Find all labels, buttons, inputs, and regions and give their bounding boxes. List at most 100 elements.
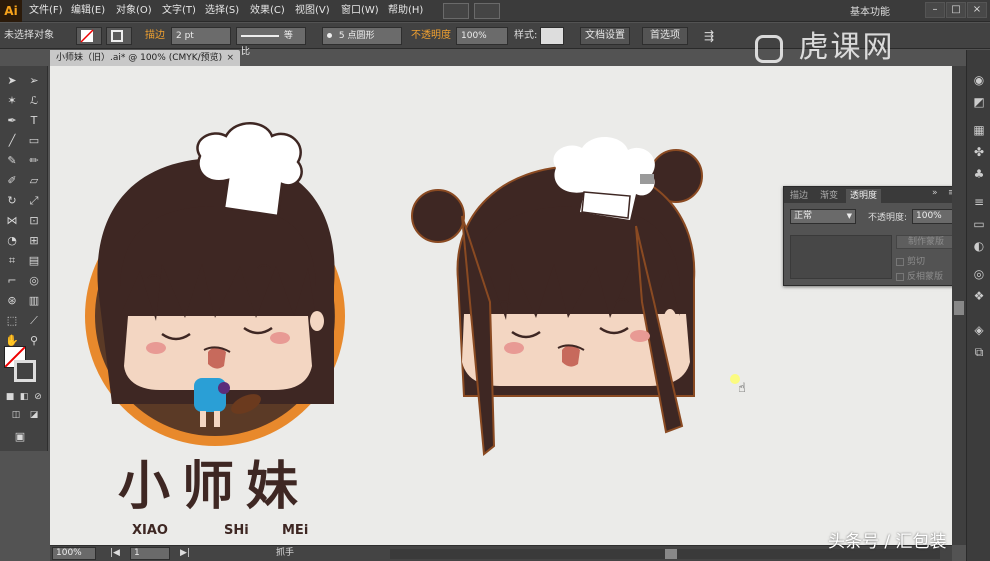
vertical-scrollbar[interactable] bbox=[952, 66, 966, 545]
fill-swatch[interactable] bbox=[76, 27, 102, 45]
menu-view[interactable]: 视图(V) bbox=[292, 3, 333, 19]
graphic-style-swatch[interactable] bbox=[540, 27, 564, 45]
blob-brush-icon[interactable]: ✐ bbox=[2, 172, 22, 190]
clip-checkbox[interactable]: 剪切 bbox=[896, 254, 925, 267]
mesh-tool-icon[interactable]: ⌗ bbox=[2, 252, 22, 270]
canvas[interactable]: 小师妹 XIAO SHi MEi ☝ bbox=[50, 66, 952, 545]
magic-wand-icon[interactable]: ✶ bbox=[2, 92, 22, 110]
pen-tool-icon[interactable]: ✒ bbox=[2, 112, 22, 130]
vertical-scroll-thumb[interactable] bbox=[954, 301, 964, 315]
opacity-field[interactable]: 100% bbox=[456, 27, 508, 45]
document-tab-title: 小师妹（旧）.ai* @ 100% (CMYK/预览) bbox=[56, 53, 223, 63]
menu-edit[interactable]: 编辑(E) bbox=[68, 3, 108, 19]
width-tool-icon[interactable]: ⋈ bbox=[2, 212, 22, 230]
graphic-styles-icon[interactable]: ❖ bbox=[971, 288, 987, 304]
brush-value: 5 点圆形 bbox=[338, 31, 375, 41]
make-mask-button[interactable]: 制作蒙版 bbox=[896, 235, 956, 249]
rotate-tool-icon[interactable]: ↻ bbox=[2, 192, 22, 210]
menu-object[interactable]: 对象(O) bbox=[113, 3, 155, 19]
brushes-icon[interactable]: ✤ bbox=[971, 144, 987, 160]
tab-transparency[interactable]: 透明度 bbox=[846, 189, 882, 203]
opacity-label[interactable]: 不透明度 bbox=[411, 28, 451, 44]
rectangle-tool-icon[interactable]: ▭ bbox=[24, 132, 44, 150]
swatches-icon[interactable]: ▦ bbox=[971, 122, 987, 138]
artwork: 小师妹 XIAO SHi MEi ☝ bbox=[85, 122, 746, 538]
last-artboard-icon[interactable]: ▶| bbox=[180, 547, 190, 560]
close-button[interactable]: × bbox=[967, 2, 987, 18]
collapse-panel-icon[interactable]: » bbox=[932, 188, 938, 198]
scale-tool-icon[interactable]: ⤢ bbox=[24, 192, 44, 210]
artboards-icon[interactable]: ⧉ bbox=[971, 344, 987, 360]
eyedropper-icon[interactable]: ⌐ bbox=[2, 272, 22, 290]
tab-gradient[interactable]: 渐变 bbox=[816, 189, 842, 203]
screen-mode-icon[interactable]: ▣ bbox=[10, 428, 30, 446]
free-transform-icon[interactable]: ⊡ bbox=[24, 212, 44, 230]
type-tool-icon[interactable]: T bbox=[24, 112, 44, 130]
symbols-icon[interactable]: ♣ bbox=[971, 166, 987, 182]
left-character bbox=[85, 122, 345, 446]
none-mode-icon[interactable]: ⊘ bbox=[28, 388, 48, 406]
tab-stroke[interactable]: 描边 bbox=[786, 189, 812, 203]
first-artboard-icon[interactable]: |◀ bbox=[110, 547, 120, 560]
color-guide-icon[interactable]: ◩ bbox=[971, 94, 987, 110]
variable-width-profile[interactable]: 等比 bbox=[236, 27, 306, 57]
watermark-bottom: 头条号 / 汇包装 bbox=[828, 532, 947, 552]
draw-mode-icon[interactable]: ◫ bbox=[6, 406, 26, 424]
pencil-icon[interactable]: ✏ bbox=[24, 152, 44, 170]
line-tool-icon[interactable]: ╱ bbox=[2, 132, 22, 150]
panel-opacity-field[interactable]: 100% bbox=[912, 209, 956, 224]
menu-type[interactable]: 文字(T) bbox=[159, 3, 199, 19]
color-panel-icon[interactable]: ◉ bbox=[971, 72, 987, 88]
stroke-color-box[interactable] bbox=[14, 360, 36, 382]
symbol-sprayer-icon[interactable]: ⊛ bbox=[2, 292, 22, 310]
artboard-field[interactable]: 1 bbox=[130, 547, 170, 560]
layers-icon[interactable]: ◈ bbox=[971, 322, 987, 338]
stroke-label[interactable]: 描边 bbox=[145, 28, 165, 44]
document-tab[interactable]: 小师妹（旧）.ai* @ 100% (CMYK/预览) × bbox=[50, 50, 240, 66]
zoom-field[interactable]: 100% bbox=[52, 547, 96, 560]
hand-cursor-icon: ☝ bbox=[738, 381, 746, 396]
minimize-button[interactable]: – bbox=[925, 2, 945, 18]
horizontal-scroll-thumb[interactable] bbox=[665, 549, 677, 559]
current-tool-label: 抓手 bbox=[276, 548, 295, 558]
stroke-swatch[interactable] bbox=[106, 27, 132, 45]
invert-mask-checkbox[interactable]: 反相蒙版 bbox=[896, 269, 943, 282]
artboard-tool-icon[interactable]: ⬚ bbox=[2, 312, 22, 330]
shape-builder-icon[interactable]: ◔ bbox=[2, 232, 22, 250]
panel-opacity-value: 100% bbox=[916, 211, 942, 221]
blend-tool-icon[interactable]: ◎ bbox=[24, 272, 44, 290]
lasso-icon[interactable]: ℒ bbox=[24, 92, 44, 110]
bridge-icon[interactable] bbox=[443, 3, 469, 19]
blend-mode-select[interactable]: 正常 ▼ bbox=[790, 209, 856, 224]
panel-menu-icon[interactable]: ⇶ bbox=[704, 28, 714, 44]
brush-definition[interactable]: 5 点圆形 bbox=[322, 27, 402, 45]
selection-tool-icon[interactable]: ➤ bbox=[2, 72, 22, 90]
zoom-tool-icon[interactable]: ⚲ bbox=[24, 332, 44, 350]
maximize-button[interactable]: □ bbox=[946, 2, 966, 18]
arrange-documents-icon[interactable] bbox=[474, 3, 500, 19]
zoom-value: 100% bbox=[56, 548, 82, 558]
gradient-tool-icon[interactable]: ▤ bbox=[24, 252, 44, 270]
preferences-button[interactable]: 首选项 bbox=[642, 27, 688, 45]
gradient-panel-icon[interactable]: ▭ bbox=[971, 216, 987, 232]
menu-window[interactable]: 窗口(W) bbox=[338, 3, 382, 19]
workspace-switcher[interactable]: 基本功能 bbox=[850, 3, 890, 18]
column-graph-icon[interactable]: ▥ bbox=[24, 292, 44, 310]
slice-tool-icon[interactable]: ⟋ bbox=[24, 312, 44, 330]
eraser-icon[interactable]: ▱ bbox=[24, 172, 44, 190]
appearance-icon[interactable]: ◎ bbox=[971, 266, 987, 282]
draw-behind-icon[interactable]: ◪ bbox=[24, 406, 44, 424]
direct-selection-tool-icon[interactable]: ➢ bbox=[24, 72, 44, 90]
close-tab-icon[interactable]: × bbox=[226, 50, 234, 66]
transparency-panel-icon[interactable]: ◐ bbox=[971, 238, 987, 254]
perspective-grid-icon[interactable]: ⊞ bbox=[24, 232, 44, 250]
stroke-panel-icon[interactable]: ≡ bbox=[971, 194, 987, 210]
paintbrush-icon[interactable]: ✎ bbox=[2, 152, 22, 170]
document-setup-button[interactable]: 文档设置 bbox=[580, 27, 630, 45]
menu-file[interactable]: 文件(F) bbox=[26, 3, 66, 19]
menu-select[interactable]: 选择(S) bbox=[202, 3, 242, 19]
menu-help[interactable]: 帮助(H) bbox=[385, 3, 426, 19]
pinyin-shi: SHi bbox=[224, 523, 249, 538]
menu-effect[interactable]: 效果(C) bbox=[247, 3, 288, 19]
stroke-weight-field[interactable]: 2 pt bbox=[171, 27, 231, 45]
